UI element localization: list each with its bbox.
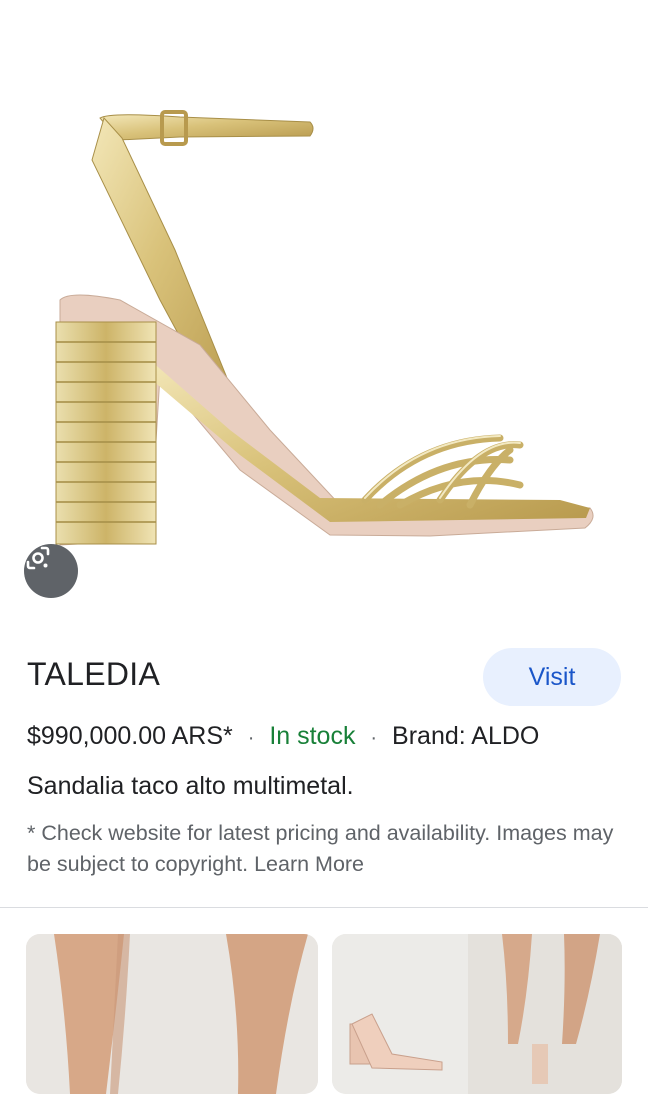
google-lens-icon <box>26 546 50 570</box>
divider <box>0 907 648 908</box>
product-description: Sandalia taco alto multimetal. <box>27 772 354 800</box>
stock-status: In stock <box>269 722 356 750</box>
related-image-1[interactable] <box>26 934 318 1094</box>
separator-dot: · <box>370 727 378 749</box>
separator-dot: · <box>247 727 255 749</box>
google-lens-button[interactable] <box>24 544 78 598</box>
price: $990,000.00 ARS* <box>27 722 233 750</box>
sandal-photo <box>332 934 622 1094</box>
disclaimer-text: * Check website for latest pricing and a… <box>27 821 614 876</box>
product-title: TALEDIA <box>27 656 161 692</box>
sandal-illustration <box>55 110 594 546</box>
product-image[interactable] <box>0 0 648 625</box>
related-image-2[interactable] <box>332 934 622 1094</box>
product-meta: $990,000.00 ARS* · In stock · Brand: ALD… <box>27 722 539 751</box>
legs-photo <box>26 934 318 1094</box>
visit-button[interactable]: Visit <box>483 648 621 706</box>
brand: Brand: ALDO <box>392 722 540 750</box>
